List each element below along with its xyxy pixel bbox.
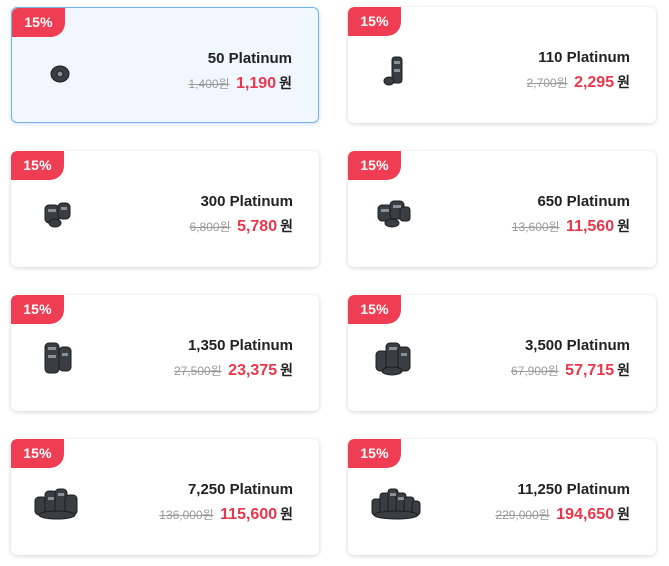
- product-card-650-platinum[interactable]: 15% 650 Platinum 13,600원 11,560 원: [348, 151, 656, 267]
- product-card-7250-platinum[interactable]: 15% 7,250 Platinum 136,000원 115,600 원: [11, 439, 319, 555]
- product-card-1350-platinum[interactable]: 15% 1,350 Platinum 27,500원 23,375 원: [11, 295, 319, 411]
- platinum-stack-icon: [34, 50, 86, 94]
- platinum-stack-icon: [33, 337, 85, 381]
- currency-label: 원: [279, 75, 292, 91]
- platinum-amount: 1,350 Platinum: [187, 337, 293, 354]
- discount-badge: 15%: [348, 151, 401, 180]
- discount-badge: 15%: [11, 151, 64, 180]
- sale-price: 115,600: [220, 506, 278, 523]
- original-price: 6,800원: [189, 220, 231, 234]
- discount-badge: 15%: [348, 439, 401, 468]
- platinum-stack-icon: [370, 337, 422, 381]
- platinum-stack-icon: [370, 49, 422, 93]
- currency-label: 원: [280, 506, 293, 522]
- product-card-50-platinum[interactable]: 15% 50 Platinum 1,400원 1,190 원: [11, 7, 319, 123]
- sale-price: 2,295: [574, 74, 615, 91]
- platinum-amount: 7,250 Platinum: [187, 481, 293, 498]
- currency-label: 원: [280, 362, 293, 378]
- sale-price: 11,560: [566, 218, 615, 235]
- product-card-110-platinum[interactable]: 15% 110 Platinum 2,700원 2,295 원: [348, 7, 656, 123]
- platinum-stack-icon: [33, 193, 85, 237]
- platinum-stack-icon: [33, 481, 85, 525]
- sale-price: 57,715: [565, 362, 615, 379]
- platinum-amount: 300 Platinum: [200, 193, 293, 210]
- sale-price: 23,375: [228, 362, 278, 379]
- original-price: 229,000원: [495, 508, 550, 522]
- currency-label: 원: [617, 74, 630, 90]
- sale-price: 1,190: [236, 75, 277, 92]
- original-price: 2,700원: [526, 76, 568, 90]
- original-price: 27,500원: [173, 364, 222, 378]
- platinum-stack-icon: [370, 481, 422, 525]
- platinum-amount: 3,500 Platinum: [524, 337, 630, 354]
- currency-label: 원: [617, 362, 630, 378]
- product-card-300-platinum[interactable]: 15% 300 Platinum 6,800원 5,780 원: [11, 151, 319, 267]
- discount-badge: 15%: [11, 295, 64, 324]
- original-price: 67,900원: [510, 364, 559, 378]
- currency-label: 원: [280, 218, 293, 234]
- product-card-11250-platinum[interactable]: 15% 11,250 Platinum 229,000원 194,650 원: [348, 439, 656, 555]
- platinum-amount: 50 Platinum: [207, 50, 292, 67]
- discount-badge: 15%: [11, 439, 64, 468]
- original-price: 13,600원: [511, 220, 560, 234]
- discount-badge: 15%: [348, 7, 401, 36]
- sale-price: 194,650: [556, 506, 615, 523]
- platinum-stack-icon: [370, 193, 422, 237]
- currency-label: 원: [617, 218, 630, 234]
- original-price: 1,400원: [188, 77, 230, 91]
- platinum-amount: 110 Platinum: [538, 49, 630, 66]
- currency-label: 원: [617, 506, 630, 522]
- discount-badge: 15%: [348, 295, 401, 324]
- platinum-amount: 11,250 Platinum: [517, 481, 630, 498]
- original-price: 136,000원: [159, 508, 214, 522]
- platinum-amount: 650 Platinum: [537, 193, 630, 210]
- product-card-3500-platinum[interactable]: 15% 3,500 Platinum 67,900원 57,715 원: [348, 295, 656, 411]
- sale-price: 5,780: [237, 218, 278, 235]
- discount-badge: 15%: [12, 8, 65, 37]
